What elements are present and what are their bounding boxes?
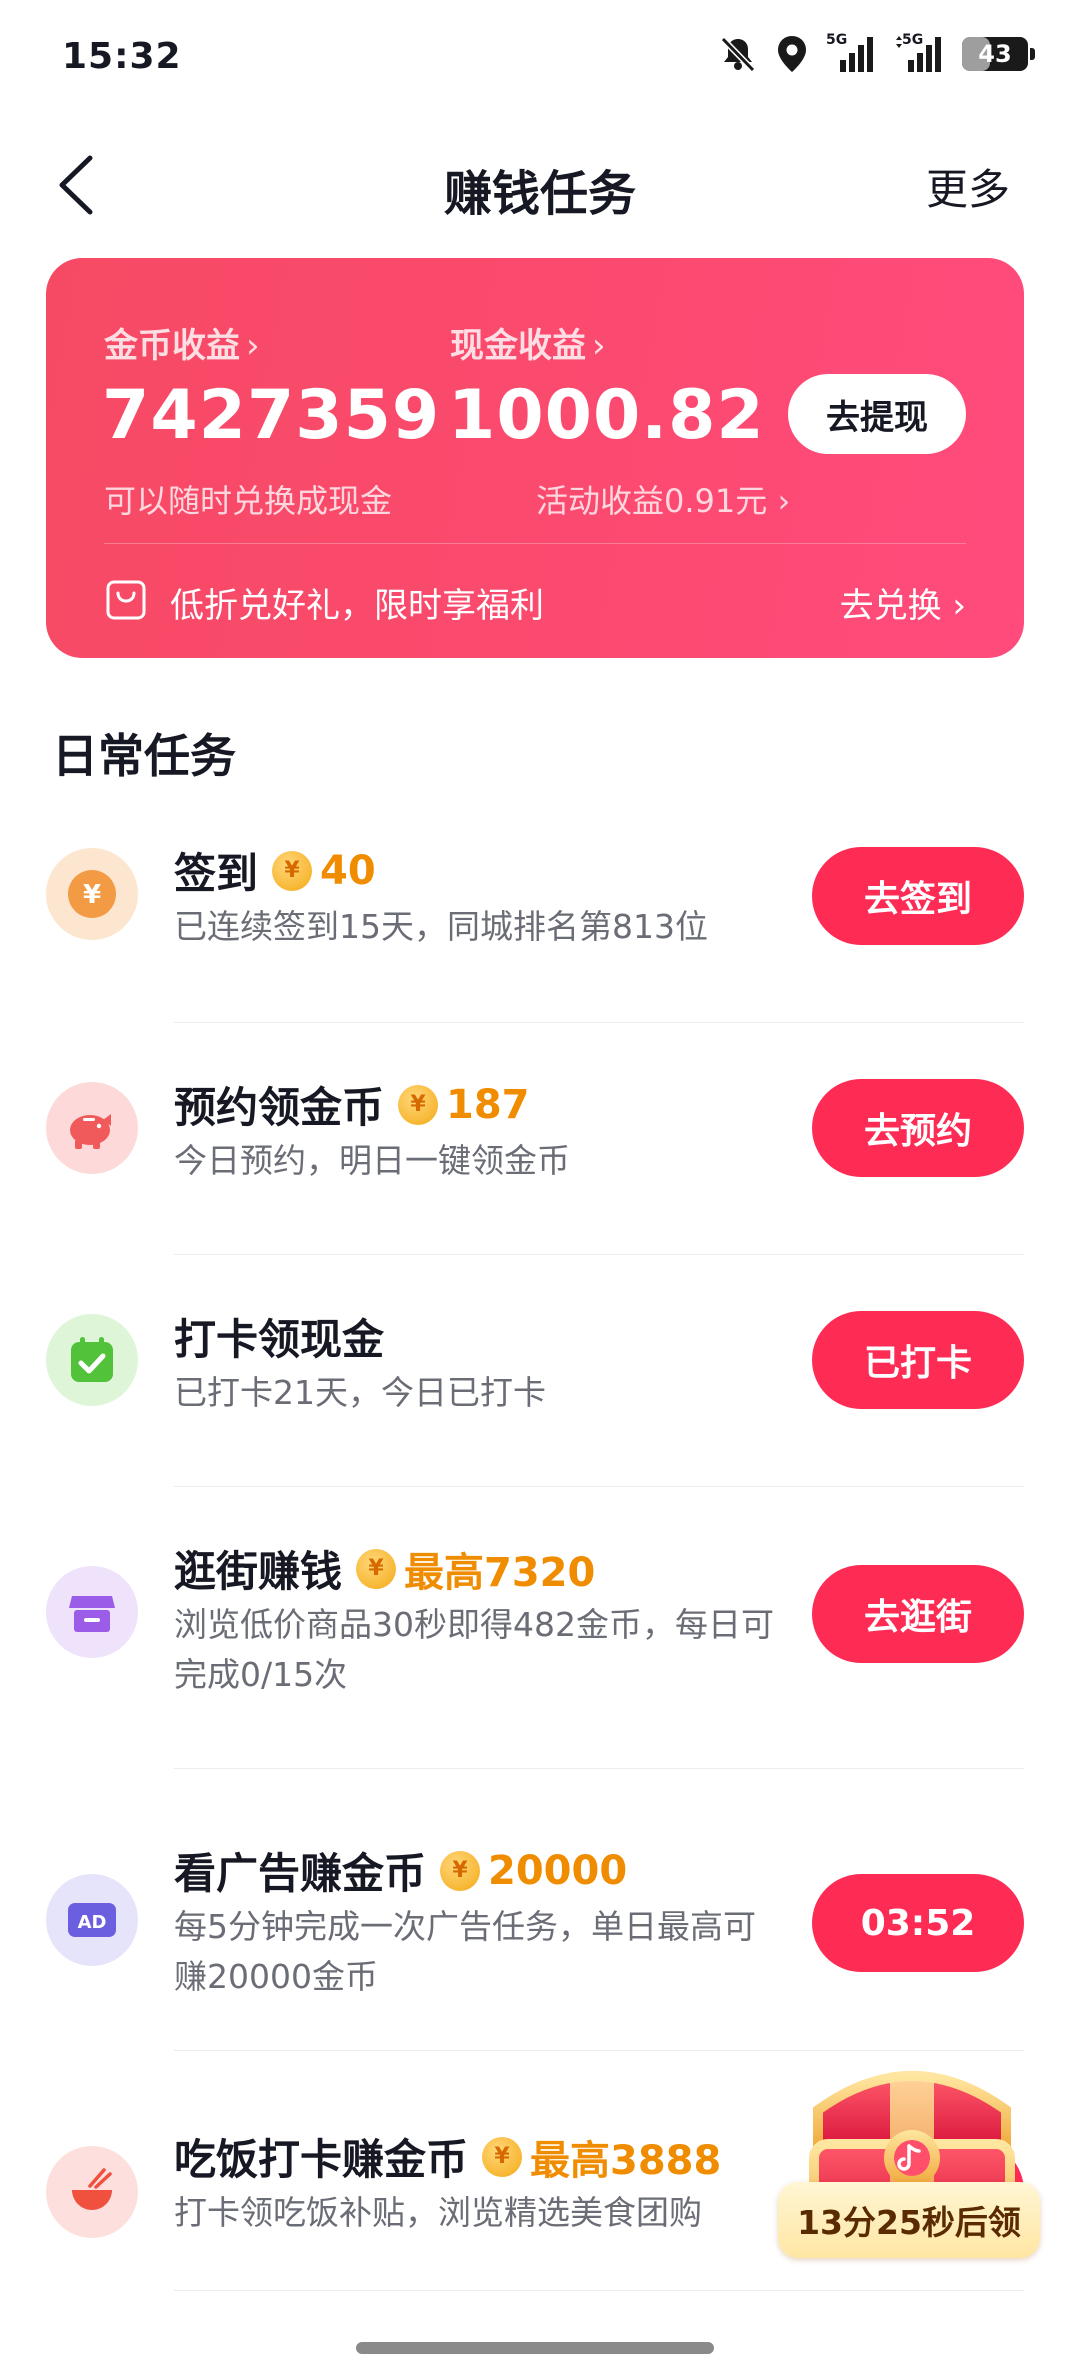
- task-row-reserve: 预约领金币 ¥ 187 今日预约，明日一键领金币 去预约: [0, 1022, 1080, 1255]
- page-title: 赚钱任务: [443, 166, 636, 222]
- withdraw-button[interactable]: 去提现: [788, 374, 966, 454]
- task-title: 看广告赚金币: [174, 1849, 427, 1898]
- chevron-right-icon: ›: [246, 326, 260, 366]
- task-reward: 最高3888: [530, 2137, 722, 2184]
- signal-bars-icon: [896, 36, 941, 72]
- home-indicator[interactable]: [356, 2342, 714, 2354]
- gold-coin-icon: ¥: [272, 850, 313, 891]
- reserve-button[interactable]: 去预约: [812, 1079, 1024, 1177]
- store-icon: [69, 1596, 115, 1632]
- daily-tasks-title: 日常任务: [52, 729, 236, 783]
- task-description: 打卡领吃饭补贴，浏览精选美食团购: [174, 2193, 702, 2232]
- task-icon-wrap: [46, 1314, 138, 1406]
- cash-earnings-link[interactable]: 现金收益 ›: [450, 318, 606, 367]
- signal-1: 5G: [826, 32, 878, 74]
- task-row-checkin: ¥ 签到 ¥ 40 已连续签到15天，同城排名第813位 去签到: [0, 800, 1080, 1023]
- signal-2: 5G: [894, 32, 946, 74]
- earnings-card: 金币收益 › 现金收益 › 7427359 1000.82 去提现 可以随时兑换成现…: [46, 258, 1024, 658]
- battery-level: 43: [978, 40, 1012, 68]
- svg-text:AD: AD: [78, 1912, 107, 1933]
- task-description: 已打卡21天，今日已打卡: [174, 1373, 546, 1412]
- more-button[interactable]: 更多: [926, 156, 1010, 217]
- task-icon-wrap: AD: [46, 1874, 138, 1966]
- coin-earnings-link[interactable]: 金币收益 ›: [104, 318, 260, 367]
- coin-earnings-label: 金币收益: [104, 326, 240, 366]
- task-title-row: 打卡领现金: [174, 1306, 384, 1367]
- task-title: 签到: [174, 849, 259, 898]
- bell-muted-icon: [720, 36, 756, 73]
- task-row-clockin: 打卡领现金 已打卡21天，今日已打卡 已打卡: [0, 1254, 1080, 1487]
- battery-indicator: 43: [962, 37, 1035, 71]
- calendar-check-icon: [71, 1337, 113, 1382]
- activity-earnings-label: 活动收益0.91元: [536, 482, 768, 520]
- task-description: 浏览低价商品30秒即得482金币，每日可完成0/15次: [174, 1605, 774, 1694]
- chevron-right-icon: ›: [767, 482, 791, 520]
- task-description: 已连续签到15天，同城排名第813位: [174, 907, 708, 946]
- redeem-link[interactable]: 去兑换 ›: [840, 578, 966, 627]
- task-title-row: 签到 ¥ 40: [174, 840, 376, 901]
- cash-earnings-label: 现金收益: [450, 326, 586, 366]
- shopping-bag-icon: [106, 580, 146, 620]
- shopping-button[interactable]: 去逛街: [812, 1565, 1024, 1663]
- gold-coin-icon: ¥: [440, 1850, 481, 1891]
- promo-text: 低折兑好礼，限时享福利: [170, 586, 544, 626]
- clocked-in-button[interactable]: 已打卡: [812, 1311, 1024, 1409]
- task-title-row: 逛街赚钱 ¥ 最高7320: [174, 1538, 595, 1599]
- task-reward: 20000: [488, 1847, 628, 1894]
- chevron-right-icon: ›: [592, 326, 606, 366]
- task-title-row: 预约领金币 ¥ 187: [174, 1074, 530, 1135]
- redeem-label: 去兑换: [839, 586, 942, 626]
- rice-bowl-icon: [72, 2168, 112, 2210]
- task-icon-wrap: [46, 1566, 138, 1658]
- gold-coin-icon: ¥: [482, 2136, 523, 2177]
- status-bar: 15:32 5G 5G 43: [0, 0, 1080, 116]
- gold-coin-icon: ¥: [356, 1548, 397, 1589]
- location-icon: [778, 36, 806, 72]
- task-title: 逛街赚钱: [174, 1547, 343, 1596]
- treasure-chest-icon[interactable]: [778, 2040, 1046, 2300]
- piggy-bank-icon: [70, 1114, 111, 1149]
- task-reward: 187: [446, 1081, 530, 1128]
- task-title: 打卡领现金: [174, 1315, 385, 1364]
- checkin-button[interactable]: 去签到: [812, 847, 1024, 945]
- task-reward: 40: [320, 847, 376, 894]
- task-icon-wrap: [46, 1082, 138, 1174]
- header: 赚钱任务 更多: [0, 130, 1080, 240]
- yuan-coin-icon: ¥: [68, 870, 116, 918]
- task-icon-wrap: [46, 2146, 138, 2238]
- task-title-row: 吃饭打卡赚金币 ¥ 最高3888: [174, 2126, 721, 2187]
- task-icon-wrap: ¥: [46, 848, 138, 940]
- card-divider: [104, 543, 966, 544]
- task-row-ads: AD 看广告赚金币 ¥ 20000 每5分钟完成一次广告任务，单日最高可赚200…: [0, 1768, 1080, 2051]
- task-description: 每5分钟完成一次广告任务，单日最高可赚20000金币: [174, 1907, 756, 1996]
- ad-countdown-button[interactable]: 03:52: [812, 1874, 1024, 1972]
- coin-earnings-hint: 可以随时兑换成现金: [104, 482, 393, 520]
- task-title: 吃饭打卡赚金币: [174, 2135, 469, 2184]
- task-reward: 最高7320: [404, 1549, 596, 1596]
- coin-earnings-value: 7427359: [102, 376, 441, 455]
- status-time: 15:32: [62, 36, 182, 77]
- task-row-shopping: 逛街赚钱 ¥ 最高7320 浏览低价商品30秒即得482金币，每日可完成0/15…: [0, 1486, 1080, 1769]
- cash-earnings-value: 1000.82: [448, 376, 765, 455]
- task-title-row: 看广告赚金币 ¥ 20000: [174, 1840, 627, 1901]
- gold-coin-icon: ¥: [398, 1084, 439, 1125]
- task-description: 今日预约，明日一键领金币: [174, 1141, 570, 1180]
- signal-bars-icon: [840, 37, 873, 72]
- chevron-right-icon: ›: [941, 586, 966, 626]
- task-title: 预约领金币: [174, 1083, 385, 1132]
- svg-text:¥: ¥: [83, 880, 101, 910]
- ad-icon: AD: [68, 1903, 116, 1937]
- chest-timer[interactable]: 13分25秒后领: [778, 2182, 1040, 2258]
- status-icons: 5G 5G 43: [718, 32, 1035, 74]
- activity-earnings-link[interactable]: 活动收益0.91元 ›: [536, 476, 790, 522]
